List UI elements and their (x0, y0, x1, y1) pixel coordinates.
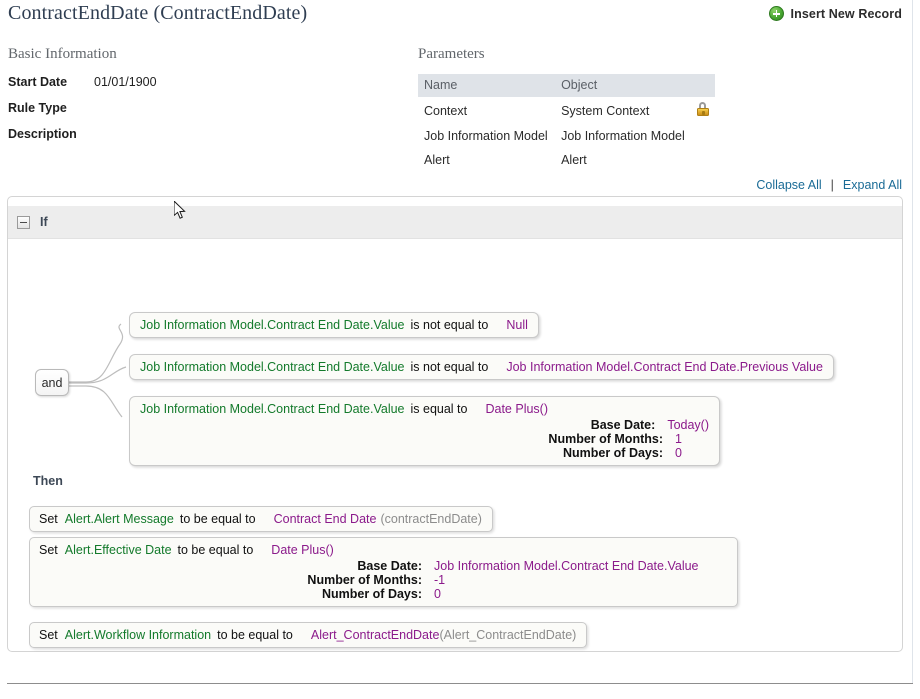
table-row[interactable]: Job Information Model Job Information Mo… (418, 124, 715, 148)
page-right-rule (912, 0, 913, 683)
basic-info-row-description: Description (8, 127, 157, 141)
function-argument-row: Number of Months: -1 (39, 573, 727, 587)
function-argument-label: Number of Months: (548, 432, 663, 446)
function-argument-value: 0 (675, 446, 682, 460)
condition-row[interactable]: Job Information Model.Contract End Date.… (129, 354, 834, 380)
rule-editor-page: ContractEndDate (ContractEndDate) Insert… (0, 0, 920, 699)
condition-row[interactable]: Job Information Model.Contract End Date.… (129, 396, 720, 466)
action-value: Date Plus() (271, 543, 334, 557)
and-operator-label: and (41, 375, 63, 390)
action-verb: Set (39, 628, 58, 642)
function-argument-value: -1 (434, 573, 446, 587)
function-argument-label: Number of Days: (321, 587, 422, 601)
action-value: Contract End Date (273, 512, 377, 526)
parameter-name: Alert (424, 153, 450, 167)
parameter-icon-cell (691, 124, 715, 148)
condition-operator: is not equal to (410, 318, 489, 332)
parameters-column-icon (690, 74, 715, 97)
start-date-label: Start Date (8, 75, 68, 89)
rule-type-label: Rule Type (8, 101, 67, 115)
parameter-icon-cell (691, 148, 715, 172)
action-verb: Set (39, 543, 58, 557)
collapse-minus-icon[interactable] (17, 215, 30, 229)
condition-left-operand: Job Information Model.Contract End Date.… (140, 360, 405, 374)
action-verb: Set (39, 512, 58, 526)
basic-info-row-start-date: Start Date 01/01/1900 (8, 75, 157, 89)
parameters-heading: Parameters (418, 46, 485, 62)
and-operator-node[interactable]: and (35, 369, 69, 396)
insert-new-record-button[interactable]: Insert New Record (768, 6, 902, 21)
condition-right-operand: Date Plus() (485, 402, 549, 416)
function-argument-row: Number of Days: 0 (39, 587, 727, 601)
expand-all-link[interactable]: Expand All (843, 178, 902, 192)
function-argument-label: Base Date: (357, 559, 422, 573)
function-arguments: Base Date: Today() Number of Months: 1 N… (140, 418, 709, 460)
function-argument-row: Base Date: Job Information Model.Contrac… (39, 559, 727, 573)
parameters-section: Parameters Name Object Context System Co… (418, 46, 715, 172)
if-label: If (40, 215, 48, 229)
parameters-table: Name Object Context System Context Job I… (418, 74, 715, 172)
basic-information-section: Basic Information Start Date 01/01/1900 … (8, 46, 157, 141)
page-title: ContractEndDate (ContractEndDate) (8, 2, 308, 24)
action-value: Alert_ContractEndDate (310, 628, 440, 642)
toolbar-separator: | (830, 178, 834, 192)
parameter-name: Job Information Model (424, 129, 548, 143)
parameter-icon-cell (691, 97, 715, 124)
table-row[interactable]: Alert Alert (418, 148, 715, 172)
parameter-object: Alert (561, 153, 587, 167)
action-row[interactable]: Set Alert.Workflow Information to be equ… (29, 622, 588, 648)
action-operator: to be equal to (217, 628, 293, 642)
action-target: Alert.Effective Date (64, 543, 172, 557)
lock-icon (696, 102, 709, 116)
condition-left-operand: Job Information Model.Contract End Date.… (140, 318, 405, 332)
function-argument-row: Base Date: Today() (140, 418, 709, 432)
parameters-column-object: Object (555, 74, 691, 97)
function-arguments: Base Date: Job Information Model.Contrac… (39, 559, 727, 601)
description-label: Description (8, 127, 77, 141)
collapse-all-link[interactable]: Collapse All (756, 178, 821, 192)
condition-right-operand: Null (506, 318, 528, 332)
then-label: Then (33, 474, 63, 488)
action-target: Alert.Alert Message (64, 512, 174, 526)
condition-operator: is equal to (410, 402, 468, 416)
table-row[interactable]: Context System Context (418, 97, 715, 124)
insert-new-record-label: Insert New Record (790, 6, 902, 21)
function-argument-label: Base Date: (590, 418, 656, 432)
parameter-object: System Context (561, 103, 650, 118)
action-operator: to be equal to (177, 543, 254, 557)
function-argument-label: Number of Days: (562, 446, 663, 460)
action-target: Alert.Workflow Information (64, 628, 212, 642)
function-argument-value: Today() (667, 418, 709, 432)
basic-info-row-rule-type: Rule Type (8, 101, 157, 115)
action-operator: to be equal to (179, 512, 256, 526)
action-value-suffix: (contractEndDate) (380, 512, 482, 526)
condition-row[interactable]: Job Information Model.Contract End Date.… (129, 312, 539, 338)
basic-information-heading: Basic Information (8, 46, 117, 62)
plus-circle-icon (768, 6, 784, 21)
parameters-header-row: Name Object (418, 74, 715, 97)
condition-left-operand: Job Information Model.Contract End Date.… (140, 402, 405, 416)
if-section-header[interactable]: If (8, 206, 902, 239)
action-row[interactable]: Set Alert.Effective Date to be equal to … (29, 537, 738, 607)
collapse-expand-toolbar: Collapse All | Expand All (756, 178, 902, 192)
action-value-suffix: (Alert_ContractEndDate) (439, 628, 577, 642)
condition-operator: is not equal to (410, 360, 489, 374)
start-date-value: 01/01/1900 (94, 75, 157, 89)
parameter-object: Job Information Model (561, 129, 685, 143)
parameter-name: Context (424, 103, 468, 118)
function-argument-row: Number of Days: 0 (140, 446, 709, 460)
function-argument-value: Job Information Model.Contract End Date.… (434, 559, 699, 573)
function-argument-value: 0 (434, 587, 441, 601)
action-row[interactable]: Set Alert.Alert Message to be equal to C… (29, 506, 493, 532)
parameters-column-name: Name (418, 74, 556, 97)
condition-right-operand: Job Information Model.Contract End Date.… (506, 360, 823, 374)
function-argument-label: Number of Months: (307, 573, 422, 587)
function-argument-value: 1 (675, 432, 682, 446)
conditions-area: and Job Information Model.Contract End D… (8, 239, 902, 466)
function-argument-row: Number of Months: 1 (140, 432, 709, 446)
footer-divider (7, 683, 913, 684)
